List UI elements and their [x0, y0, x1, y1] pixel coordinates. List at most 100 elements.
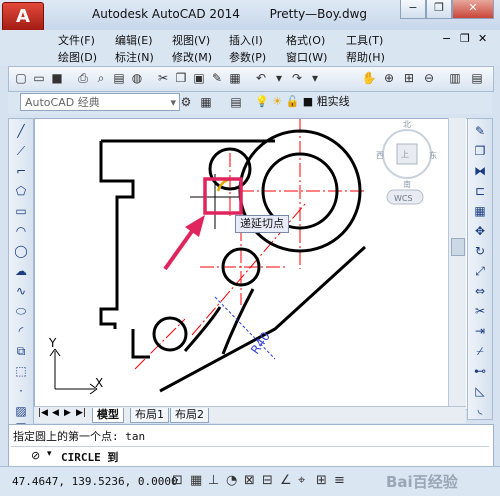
arc-icon[interactable]: ◠ [13, 223, 29, 239]
restore-button[interactable]: ❐ [426, 0, 452, 19]
scale-icon[interactable]: ⤢ [472, 263, 488, 279]
tab-nav-last-icon[interactable]: ▶| [76, 408, 86, 418]
ellipse-arc-icon[interactable]: ◜ [13, 323, 29, 339]
command-input-row[interactable]: ⊘ ▾ CIRCLE 到 [11, 446, 489, 465]
3d-osnap-icon[interactable]: ⊟ [262, 473, 273, 488]
dynamic-input-icon[interactable]: ⊞ [316, 473, 327, 488]
extend-icon[interactable]: ⇥ [472, 323, 488, 339]
construction-line-icon[interactable]: ⟋ [13, 143, 29, 159]
spline-icon[interactable]: ∿ [13, 283, 29, 299]
chamfer-icon[interactable]: ◺ [472, 383, 488, 399]
point-icon[interactable]: · [13, 383, 29, 399]
cut-icon[interactable]: ✂ [155, 70, 171, 86]
tab-nav-next-icon[interactable]: ▶ [64, 408, 71, 418]
open-file-icon[interactable]: ▭ [31, 70, 47, 86]
menu-window[interactable]: 窗口(W) [286, 49, 327, 65]
redo-icon[interactable]: ↷ [289, 70, 305, 86]
save-icon[interactable]: ■ [49, 70, 65, 86]
erase-icon[interactable]: ✎ [472, 123, 488, 139]
tab-model[interactable]: 模型 [92, 408, 124, 423]
hatch-icon[interactable]: ▨ [13, 403, 29, 419]
ortho-mode-icon[interactable]: ⊥ [208, 473, 219, 488]
layer-properties-icon[interactable]: ▦ [198, 94, 214, 110]
circle-icon[interactable]: ◯ [13, 243, 29, 259]
workspace-dropdown[interactable]: AutoCAD 经典 ▾ [20, 93, 180, 111]
menu-tools[interactable]: 工具(T) [346, 32, 383, 48]
grid-mode-icon[interactable]: ▦ [190, 473, 202, 488]
viewcube-north[interactable]: 北 [403, 120, 411, 129]
menu-view[interactable]: 视图(V) [172, 32, 210, 48]
workspace-settings-icon[interactable]: ⚙ [178, 94, 194, 110]
move-icon[interactable]: ✥ [472, 223, 488, 239]
command-window[interactable]: 指定圆上的第一个点: tan ⊘ ▾ CIRCLE 到 [8, 424, 494, 468]
line-icon[interactable]: ╱ [13, 123, 29, 139]
copy-object-icon[interactable]: ❐ [472, 143, 488, 159]
array-icon[interactable]: ▦ [472, 203, 488, 219]
publish-icon[interactable]: ▤ [111, 70, 127, 86]
pan-icon[interactable]: ✋ [361, 70, 377, 86]
vertical-scrollbar[interactable] [448, 118, 466, 408]
menu-draw[interactable]: 绘图(D) [58, 49, 97, 65]
new-file-icon[interactable]: ▢ [13, 70, 29, 86]
snap-mode-icon[interactable]: ⊡ [172, 473, 183, 488]
break-icon[interactable]: ⌿ [472, 343, 488, 359]
3d-dwf-icon[interactable]: ◍ [129, 70, 145, 86]
mirror-icon[interactable]: ⧓ [472, 163, 488, 179]
offset-icon[interactable]: ⊏ [472, 183, 488, 199]
menu-help[interactable]: 帮助(H) [346, 49, 385, 65]
copy-icon[interactable]: ❐ [173, 70, 189, 86]
doc-close-button[interactable]: ✕ [478, 32, 487, 45]
insert-block-icon[interactable]: ⧉ [13, 343, 29, 359]
print-preview-icon[interactable]: ⌕ [93, 70, 109, 86]
doc-minimize-button[interactable]: − [442, 32, 451, 45]
scrollbar-thumb[interactable] [451, 238, 465, 256]
join-icon[interactable]: ⊷ [472, 363, 488, 379]
print-icon[interactable]: ⎙ [75, 70, 91, 86]
viewcube-top[interactable]: 上 [401, 150, 409, 159]
viewcube-east[interactable]: 东 [429, 150, 437, 160]
block-editor-icon[interactable]: ▦ [227, 70, 243, 86]
viewcube[interactable]: 北 上 西 东 南 WCS [376, 120, 437, 205]
menu-insert[interactable]: 插入(I) [229, 32, 263, 48]
undo-icon[interactable]: ↶ [253, 70, 269, 86]
menu-modify[interactable]: 修改(M) [172, 49, 212, 65]
menu-dimension[interactable]: 标注(N) [115, 49, 154, 65]
menu-file[interactable]: 文件(F) [58, 32, 95, 48]
fillet-icon[interactable]: ◟ [472, 401, 488, 417]
minimize-button[interactable]: − [400, 0, 426, 19]
trim-icon[interactable]: ✂ [472, 303, 488, 319]
properties-icon[interactable]: ▥ [447, 70, 463, 86]
menu-format[interactable]: 格式(O) [286, 32, 325, 48]
stretch-icon[interactable]: ⇔ [472, 283, 488, 299]
make-block-icon[interactable]: ⬚ [13, 363, 29, 379]
tab-layout1[interactable]: 布局1 [130, 408, 169, 423]
drawing-canvas[interactable]: R40 Y X 北 上 西 东 南 WCS 递延切点 [34, 118, 468, 410]
tab-layout2[interactable]: 布局2 [170, 408, 209, 423]
layer-manager-icon[interactable]: ▤ [228, 94, 244, 110]
command-dropdown-icon[interactable]: ▾ [47, 449, 52, 459]
undo-dropdown-icon[interactable]: ▾ [271, 70, 287, 86]
wcs-menu[interactable]: WCS [394, 194, 413, 203]
polyline-icon[interactable]: ⌐ [13, 163, 29, 179]
object-snap-icon[interactable]: ⊠ [244, 473, 255, 488]
viewcube-south[interactable]: 南 [403, 179, 411, 189]
zoom-previous-icon[interactable]: ⊖ [421, 70, 437, 86]
polygon-icon[interactable]: ⬠ [13, 183, 29, 199]
viewcube-west[interactable]: 西 [376, 151, 384, 160]
redo-dropdown-icon[interactable]: ▾ [307, 70, 323, 86]
application-menu-button[interactable]: A [2, 2, 44, 32]
ducs-icon[interactable]: ⌖ [298, 473, 305, 488]
rectangle-icon[interactable]: ▭ [13, 203, 29, 219]
design-center-icon[interactable]: ▤ [469, 70, 485, 86]
revision-cloud-icon[interactable]: ☁ [13, 263, 29, 279]
lineweight-icon[interactable]: ≡ [334, 473, 345, 488]
menu-parametric[interactable]: 参数(P) [229, 49, 266, 65]
doc-restore-button[interactable]: ❐ [460, 32, 470, 45]
zoom-window-icon[interactable]: ⊞ [401, 70, 417, 86]
polar-tracking-icon[interactable]: ◔ [226, 473, 237, 488]
close-button[interactable]: ✕ [452, 0, 494, 19]
rotate-icon[interactable]: ↻ [472, 243, 488, 259]
menu-edit[interactable]: 编辑(E) [115, 32, 153, 48]
tab-nav-prev-icon[interactable]: ◀ [52, 408, 59, 418]
ellipse-icon[interactable]: ⬭ [13, 303, 29, 319]
